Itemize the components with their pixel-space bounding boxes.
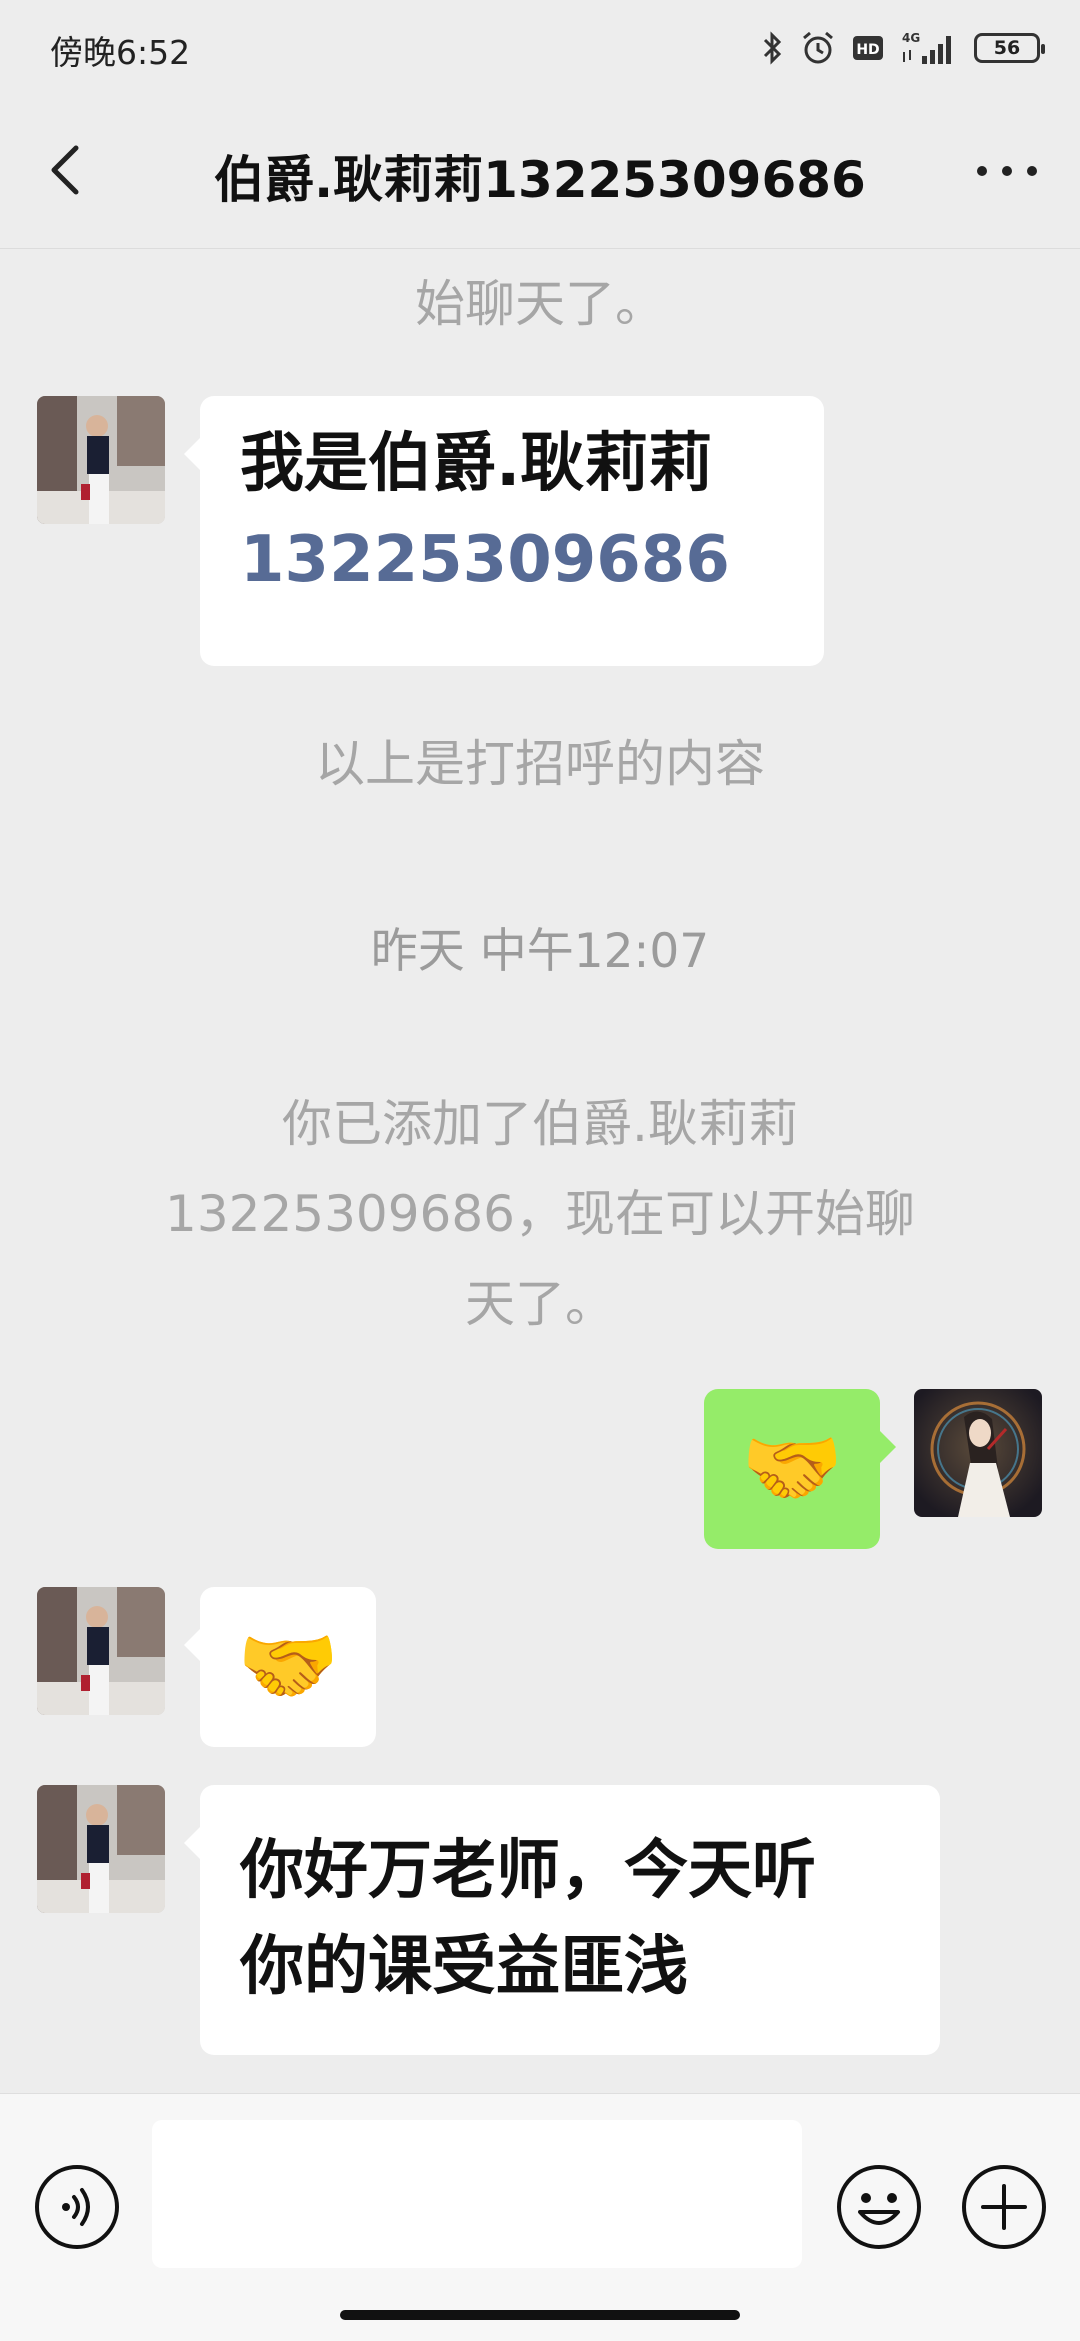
- chat-title: 伯爵.耿莉莉13225309686: [214, 151, 866, 209]
- signal-4g-icon: 4G: [902, 31, 951, 64]
- message-bubble-incoming[interactable]: 🤝: [184, 1587, 376, 1747]
- chat-messages[interactable]: 始聊天了。 我是伯爵.耿莉莉 13225309686 以上是打招呼的内容 昨天 …: [0, 249, 1080, 2093]
- friend-added-line: 你已添加了伯爵.耿莉莉: [282, 1095, 798, 1153]
- message-text: 你的课受益匪浅: [240, 1930, 688, 2004]
- contact-avatar[interactable]: [37, 1587, 165, 1715]
- back-button[interactable]: [36, 138, 100, 202]
- back-arrow-icon: [51, 145, 79, 195]
- message-text: 我是伯爵.耿莉莉: [240, 427, 713, 501]
- status-bar: 傍晚6:52 HD 4G 56: [0, 0, 1080, 96]
- friend-added-line: 天了。: [465, 1275, 615, 1333]
- phone-number-link[interactable]: 13225309686: [240, 512, 824, 608]
- friend-added-line: 13225309686，现在可以开始聊: [165, 1185, 915, 1243]
- message-timestamp: 昨天 中午12:07: [370, 924, 710, 979]
- more-functions-button[interactable]: [961, 2164, 1047, 2250]
- status-time: 傍晚6:52: [50, 33, 191, 72]
- svg-text:HD: HD: [856, 42, 879, 58]
- more-dots-icon: [977, 166, 1037, 176]
- chat-header: 伯爵.耿莉莉13225309686: [0, 96, 1080, 249]
- more-button[interactable]: [972, 146, 1042, 196]
- contact-avatar[interactable]: [37, 396, 165, 524]
- home-indicator[interactable]: [340, 2310, 740, 2320]
- message-input[interactable]: [152, 2120, 802, 2268]
- system-message-partial: 始聊天了。: [415, 275, 665, 333]
- contact-avatar[interactable]: [37, 1785, 165, 1913]
- alarm-icon: [803, 31, 833, 64]
- handshake-emoji: 🤝: [740, 1421, 844, 1516]
- svg-text:4G: 4G: [902, 31, 920, 45]
- status-icons: HD 4G 56: [762, 24, 1045, 72]
- bluetooth-icon: [763, 31, 782, 65]
- handshake-emoji: 🤝: [236, 1619, 340, 1714]
- message-text: 你好万老师，今天听: [240, 1834, 816, 1908]
- my-avatar[interactable]: [914, 1389, 1042, 1517]
- plus-icon: [962, 2165, 1046, 2249]
- voice-button[interactable]: [34, 2164, 120, 2250]
- message-bubble-incoming[interactable]: 你好万老师，今天听 你的课受益匪浅: [184, 1785, 940, 2055]
- greeting-note: 以上是打招呼的内容: [315, 735, 765, 793]
- message-bubble-outgoing[interactable]: 🤝: [704, 1389, 896, 1549]
- smiley-icon: [837, 2165, 921, 2249]
- message-bubble-incoming[interactable]: 我是伯爵.耿莉莉 13225309686: [184, 396, 824, 666]
- voice-icon: [35, 2165, 119, 2249]
- battery-indicator: 56: [974, 33, 1045, 63]
- input-bar: [0, 2093, 1080, 2341]
- hd-icon: HD: [853, 36, 883, 60]
- emoji-button[interactable]: [836, 2164, 922, 2250]
- friend-added-notice: 你已添加了伯爵.耿莉莉 13225309686，现在可以开始聊 天了。: [80, 1079, 1000, 1349]
